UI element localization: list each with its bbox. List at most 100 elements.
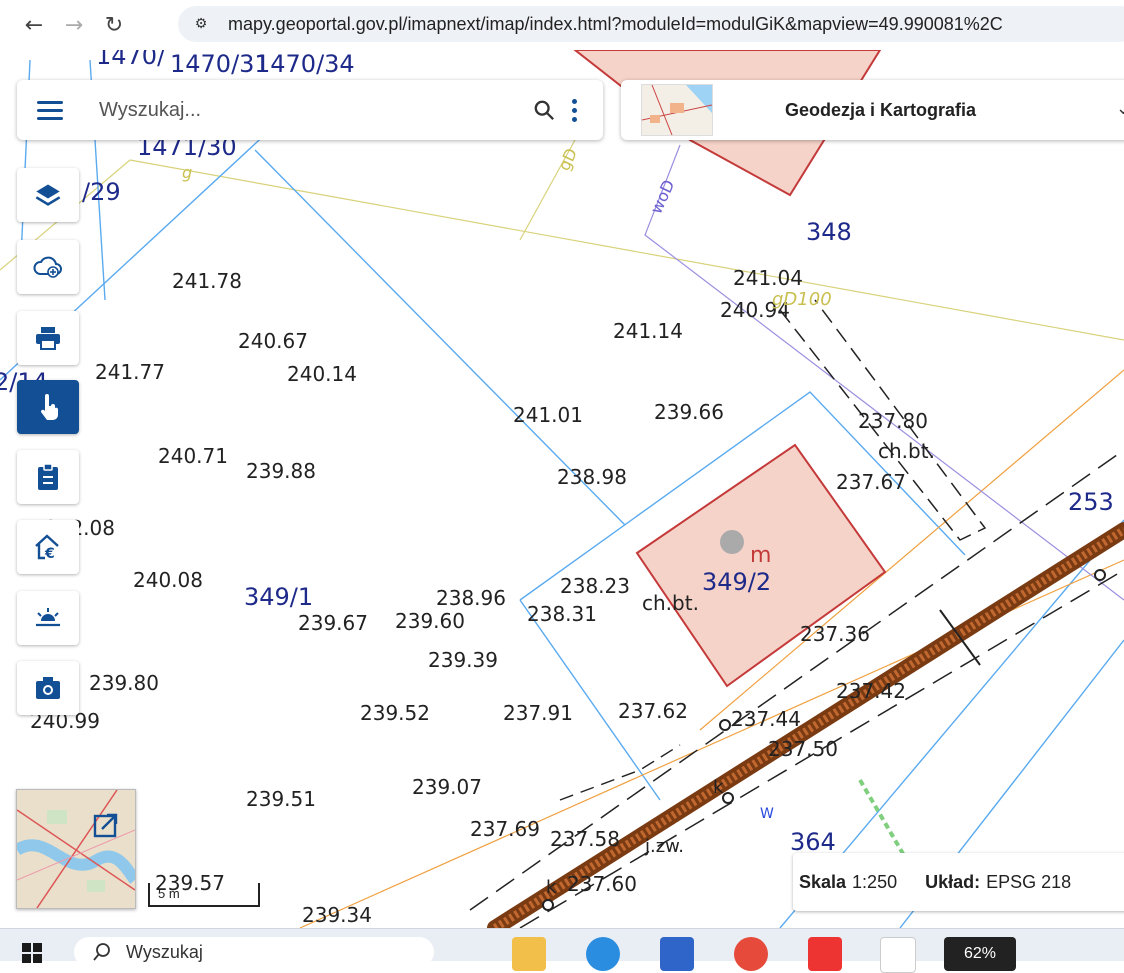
height-label: 237.80	[858, 409, 928, 433]
annotation-label: gD100	[772, 289, 832, 310]
parcel-label: 349/2	[702, 568, 771, 596]
parcel-label: 348	[806, 218, 852, 246]
site-settings-icon[interactable]: ⚙	[188, 11, 214, 37]
annotation-label: j.zw.	[644, 836, 684, 857]
browser-toolbar: ← → ↻ ⚙ mapy.geoportal.gov.pl/imapnext/i…	[0, 0, 1124, 50]
module-selector[interactable]: Geodezja i Kartografia ⌄	[621, 80, 1124, 140]
height-label: 241.14	[613, 319, 683, 343]
crs-label: Układ:	[925, 871, 981, 892]
scale-value[interactable]: 1:250	[852, 872, 897, 893]
taskbar-search[interactable]: Wyszukaj	[74, 937, 434, 967]
screenshot-button[interactable]	[17, 661, 79, 715]
point-symbol	[722, 792, 734, 804]
reload-button[interactable]: ↻	[94, 13, 134, 38]
height-label: 237.67	[836, 470, 906, 494]
chevron-down-icon[interactable]: ⌄	[1116, 98, 1124, 119]
dashed-line	[559, 744, 681, 801]
parcel-label: 349/1	[244, 583, 313, 611]
windows-start-icon[interactable]	[22, 943, 42, 963]
height-label: 237.44	[731, 707, 801, 731]
height-label: 237.58	[550, 827, 620, 851]
layers-button[interactable]	[17, 168, 79, 222]
forward-button[interactable]: →	[54, 13, 94, 38]
map-canvas[interactable]: 1471/30 /29 348 349/1 349/2 253 364 2/14…	[0, 50, 1124, 928]
annotation-label: m	[750, 543, 771, 568]
parcel-label: 253	[1068, 488, 1114, 516]
menu-icon[interactable]	[37, 96, 63, 125]
height-label: 239.52	[360, 701, 430, 725]
height-label: 239.67	[298, 611, 368, 635]
height-label: 241.77	[95, 360, 165, 384]
scale-bar: 5 m	[148, 883, 260, 907]
annotation-label: k	[713, 777, 724, 798]
svg-text:€: €	[44, 546, 55, 561]
module-title: Geodezja i Kartografia	[785, 99, 977, 120]
edge-icon[interactable]	[586, 937, 620, 971]
height-label: 237.42	[836, 679, 906, 703]
height-label: 239.51	[246, 787, 316, 811]
point-symbol	[1094, 569, 1106, 581]
overview-map[interactable]	[16, 789, 136, 909]
app-icon[interactable]	[808, 937, 842, 971]
scale-info: Skala 1:250 Układ: EPSG 218	[793, 853, 1124, 911]
search-icon	[93, 943, 110, 961]
search-input[interactable]: Wyszukaj...	[99, 99, 533, 122]
url-text[interactable]: mapy.geoportal.gov.pl/imapnext/imap/inde…	[228, 14, 1003, 35]
notepad-icon[interactable]	[880, 937, 916, 973]
height-label: 237.60	[567, 872, 637, 896]
store-icon[interactable]	[660, 937, 694, 971]
layers-icon	[35, 184, 61, 206]
search-bar: Wyszukaj...	[17, 80, 603, 140]
print-button[interactable]	[17, 311, 79, 365]
height-label: 239.39	[428, 648, 498, 672]
height-label: 238.31	[527, 602, 597, 626]
parcel-label: 1470/	[96, 50, 166, 70]
height-label: 241.01	[513, 403, 583, 427]
address-bar[interactable]: ⚙ mapy.geoportal.gov.pl/imapnext/imap/in…	[178, 6, 1124, 42]
prices-button[interactable]: €	[17, 520, 79, 574]
more-options-icon[interactable]	[571, 97, 577, 124]
house-euro-icon: €	[35, 534, 59, 561]
parcel-label: 1470/34	[255, 50, 355, 78]
height-label: 237.91	[503, 701, 573, 725]
identify-button[interactable]	[17, 380, 79, 434]
sunrise-button[interactable]	[17, 591, 79, 645]
pointer-hand-icon	[40, 394, 58, 420]
height-label: 238.23	[560, 574, 630, 598]
battery-indicator[interactable]: 62%	[944, 937, 1016, 971]
chrome-icon[interactable]	[734, 937, 768, 971]
height-label: 239.60	[395, 609, 465, 633]
height-label: 237.69	[470, 817, 540, 841]
map-svg[interactable]: 1471/30 /29 348 349/1 349/2 253 364 2/14…	[0, 50, 1124, 928]
height-label: 241.04	[733, 266, 803, 290]
height-label: 239.66	[654, 400, 724, 424]
file-explorer-icon[interactable]	[512, 937, 546, 971]
taskbar-search-text: Wyszukaj	[126, 941, 203, 962]
annotation-label: woD	[646, 177, 678, 217]
printer-icon	[36, 327, 60, 350]
height-label: 237.36	[800, 622, 870, 646]
height-label: 241.78	[172, 269, 242, 293]
crs-value[interactable]: EPSG 218	[986, 872, 1071, 893]
add-data-button[interactable]	[17, 240, 79, 294]
height-label: 238.96	[436, 586, 506, 610]
parcel-label: 364	[790, 828, 836, 856]
annotation-label: ch.bt.	[878, 439, 935, 463]
height-label: 240.14	[287, 362, 357, 386]
scale-bar-label: 5 m	[158, 886, 180, 901]
back-button[interactable]: ←	[14, 13, 54, 38]
taskbar: Wyszukaj 62%	[0, 928, 1124, 973]
open-external-icon[interactable]	[93, 812, 119, 838]
sunrise-icon	[36, 608, 60, 627]
search-icon[interactable]	[533, 99, 555, 121]
annotation-label: k	[546, 877, 557, 898]
point-symbol	[542, 899, 554, 911]
map-marker	[720, 530, 744, 554]
module-thumbnail	[641, 84, 713, 136]
height-label: 240.71	[158, 444, 228, 468]
report-button[interactable]	[17, 450, 79, 504]
scale-label: Skala	[799, 871, 847, 892]
cloud-add-icon	[33, 256, 62, 278]
height-label: 240.08	[133, 568, 203, 592]
height-label: 237.62	[618, 699, 688, 723]
